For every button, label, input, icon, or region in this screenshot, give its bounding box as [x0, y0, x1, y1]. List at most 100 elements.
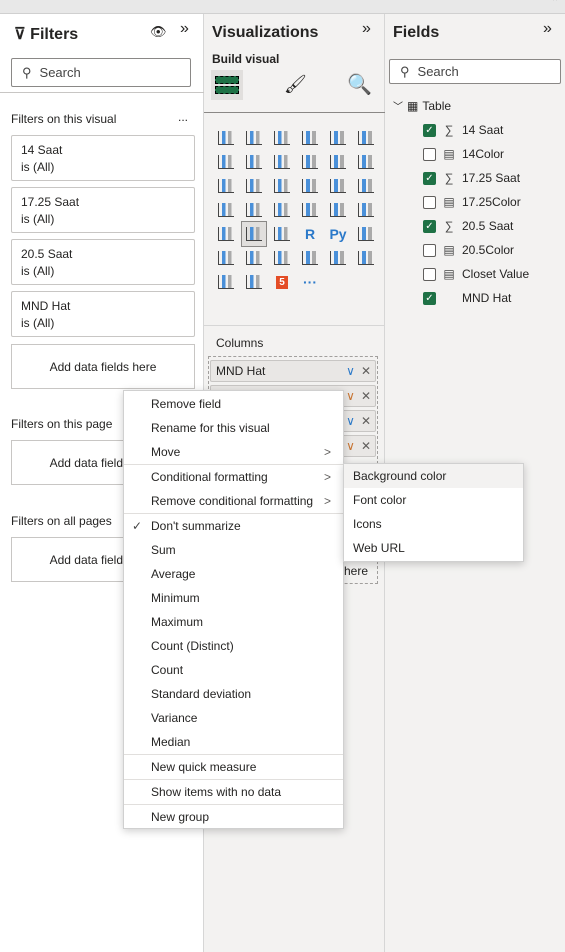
decomposition-tree-visual-icon[interactable] — [214, 246, 238, 270]
html5-visual-icon[interactable]: 5 — [270, 270, 294, 294]
field-checkbox[interactable]: ✓ — [423, 219, 436, 233]
field-item[interactable]: ✓ ∑ 20.5 Saat — [423, 216, 513, 236]
more-visual-icon[interactable]: ··· — [298, 270, 322, 294]
chevron-down-icon[interactable]: ∨ — [346, 389, 355, 403]
line-column-visual-icon[interactable] — [298, 150, 322, 174]
menu-item[interactable]: Remove field — [124, 392, 343, 416]
analytics-icon[interactable]: 🔍 — [347, 72, 372, 97]
trophy-visual-icon[interactable] — [298, 246, 322, 270]
filters-search[interactable]: ⚲ Search — [11, 58, 191, 87]
remove-icon[interactable]: ✕ — [361, 414, 371, 428]
field-checkbox[interactable] — [423, 147, 436, 161]
filter-card[interactable]: 20.5 Saat is (All) — [11, 239, 195, 285]
menu-item[interactable]: Minimum — [124, 586, 343, 610]
submenu-item[interactable]: Background color — [344, 464, 523, 488]
matrix-visual-icon[interactable] — [270, 222, 294, 246]
funnel-visual-icon[interactable] — [242, 174, 266, 198]
scatter-visual-icon[interactable] — [270, 174, 294, 198]
kpi-visual-icon[interactable] — [354, 198, 378, 222]
menu-item[interactable]: Sum — [124, 538, 343, 562]
chevron-down-icon[interactable]: ﹀ — [393, 98, 403, 113]
chevron-down-icon[interactable]: ∨ — [346, 439, 355, 453]
submenu-item[interactable]: Icons — [344, 512, 523, 536]
table-node[interactable]: ﹀ ▦ Table — [393, 98, 451, 114]
100-column-visual-icon[interactable] — [354, 126, 378, 150]
field-checkbox[interactable] — [423, 195, 436, 209]
multirow-card-visual-icon[interactable] — [326, 198, 350, 222]
field-item[interactable]: ▤ 17.25Color — [423, 192, 521, 212]
menu-item[interactable]: Don't summarize ✓ — [124, 514, 343, 538]
R-visual-icon[interactable]: R — [298, 222, 322, 246]
line-visual-icon[interactable] — [214, 150, 238, 174]
card-visual-icon[interactable] — [298, 198, 322, 222]
donut-visual-icon[interactable] — [326, 174, 350, 198]
filled-map-visual-icon[interactable] — [242, 198, 266, 222]
table-visual-icon[interactable] — [241, 221, 267, 247]
clustered-bar-visual-icon[interactable] — [270, 126, 294, 150]
treemap-visual-icon[interactable] — [354, 174, 378, 198]
waterfall-visual-icon[interactable] — [214, 174, 238, 198]
column-well-item[interactable]: MND Hat ∨ ✕ — [210, 360, 376, 382]
menu-item[interactable]: Count — [124, 658, 343, 682]
field-item[interactable]: ✓ ∑ 17.25 Saat — [423, 168, 520, 188]
menu-item[interactable]: Variance — [124, 706, 343, 730]
menu-item[interactable]: Remove conditional formatting > — [124, 489, 343, 513]
fields-search[interactable]: ⚲ Search — [389, 59, 561, 84]
field-checkbox[interactable]: ✓ — [423, 291, 436, 305]
stacked-column-visual-icon[interactable] — [242, 126, 266, 150]
eye-icon[interactable]: 👁 — [150, 24, 167, 40]
field-item[interactable]: ✓ MND Hat — [423, 288, 511, 308]
field-item[interactable]: ▤ 20.5Color — [423, 240, 514, 260]
clustered-column-visual-icon[interactable] — [298, 126, 322, 150]
power-automate-visual-icon[interactable] — [242, 270, 266, 294]
collapse-icon[interactable]: » — [362, 20, 371, 38]
field-item[interactable]: ✓ ∑ 14 Saat — [423, 120, 503, 140]
menu-item[interactable]: Show items with no data — [124, 780, 343, 804]
remove-icon[interactable]: ✕ — [361, 389, 371, 403]
add-data-fields[interactable]: here — [344, 564, 368, 578]
remove-icon[interactable]: ✕ — [361, 364, 371, 378]
key-influencers-visual-icon[interactable] — [354, 222, 378, 246]
menu-item[interactable]: New group — [124, 805, 343, 829]
chevron-down-icon[interactable]: ∨ — [346, 414, 355, 428]
submenu-item[interactable]: Font color — [344, 488, 523, 512]
100-bar-visual-icon[interactable] — [326, 126, 350, 150]
report-visual-icon[interactable] — [326, 246, 350, 270]
more-options[interactable]: ... — [178, 110, 188, 124]
filter-card[interactable]: 14 Saat is (All) — [11, 135, 195, 181]
filter-card[interactable]: MND Hat is (All) — [11, 291, 195, 337]
pie-visual-icon[interactable] — [298, 174, 322, 198]
area-visual-icon[interactable] — [242, 150, 266, 174]
field-item[interactable]: ▤ 14Color — [423, 144, 504, 164]
gauge-visual-icon[interactable] — [270, 198, 294, 222]
power-apps-visual-icon[interactable] — [214, 270, 238, 294]
build-visual-tab[interactable] — [211, 70, 243, 100]
qa-visual-icon[interactable] — [242, 246, 266, 270]
ribbon-visual-icon[interactable] — [354, 150, 378, 174]
stacked-bar-visual-icon[interactable] — [214, 126, 238, 150]
collapse-icon[interactable]: » — [543, 20, 552, 38]
menu-item[interactable]: Maximum — [124, 610, 343, 634]
field-checkbox[interactable]: ✓ — [423, 171, 436, 185]
azure-map-visual-icon[interactable] — [354, 246, 378, 270]
menu-item[interactable]: Conditional formatting > — [124, 465, 343, 489]
chevron-down-icon[interactable]: ∨ — [346, 364, 355, 378]
field-item[interactable]: ▤ Closet Value — [423, 264, 529, 284]
menu-item[interactable]: Rename for this visual — [124, 416, 343, 440]
menu-item[interactable]: Count (Distinct) — [124, 634, 343, 658]
Py-visual-icon[interactable]: Py — [326, 222, 350, 246]
map-visual-icon[interactable] — [214, 198, 238, 222]
menu-item[interactable]: Move > — [124, 440, 343, 464]
menu-item[interactable]: Median — [124, 730, 343, 754]
menu-item[interactable]: Standard deviation — [124, 682, 343, 706]
format-visual-icon[interactable]: 🖌 — [284, 74, 307, 95]
chevron-up-icon[interactable]: ⌃ — [551, 0, 559, 8]
menu-item[interactable]: New quick measure — [124, 755, 343, 779]
filter-card[interactable]: 17.25 Saat is (All) — [11, 187, 195, 233]
submenu-item[interactable]: Web URL — [344, 536, 523, 560]
collapse-icon[interactable]: » — [180, 20, 189, 38]
stacked-area-visual-icon[interactable] — [270, 150, 294, 174]
add-fields-visual[interactable]: Add data fields here — [11, 344, 195, 389]
field-checkbox[interactable] — [423, 267, 436, 281]
paginated-visual-icon[interactable] — [270, 246, 294, 270]
